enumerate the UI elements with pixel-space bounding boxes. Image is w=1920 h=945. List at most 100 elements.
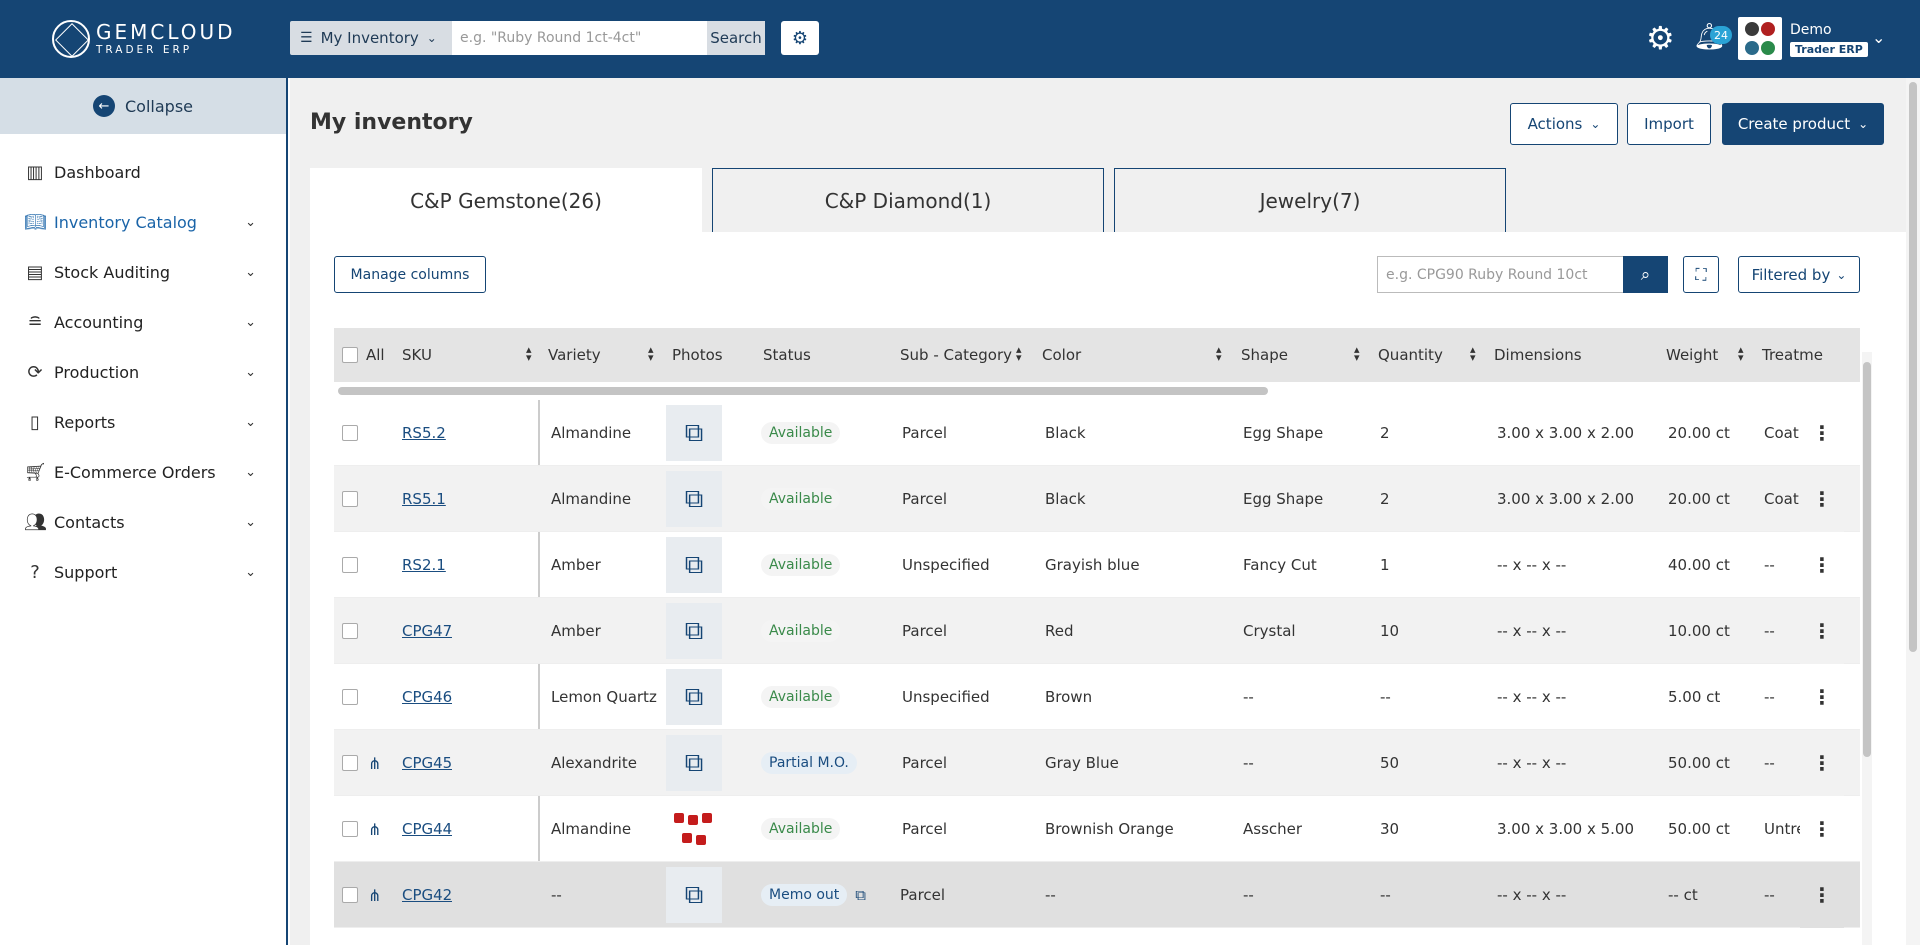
add-photo-icon[interactable]: ⧉ [666,471,722,527]
treatment-cell: Untre [1764,820,1800,838]
row-menu-icon[interactable]: ⋮ [1800,862,1844,928]
row-checkbox[interactable] [342,400,358,466]
column-weight[interactable]: Weight [1666,328,1718,382]
sku-link[interactable]: CPG42 [402,886,452,904]
sku-link[interactable]: CPG44 [402,820,452,838]
sidebar-item-production[interactable]: ⟳ Production ⌄ [0,347,286,397]
sidebar-item-ecommerce-orders[interactable]: 🛒︎ E-Commerce Orders ⌄ [0,447,286,497]
tab-cp-diamond[interactable]: C&P Diamond(1) [712,168,1104,232]
sort-icon[interactable]: ▴ ▾ [1470,344,1476,363]
add-photo-icon[interactable]: ⧉ [666,867,722,923]
row-checkbox[interactable] [342,730,358,796]
sort-icon[interactable]: ▴ ▾ [1216,344,1222,363]
actions-button[interactable]: Actions ⌄ [1510,103,1618,145]
column-shape[interactable]: Shape [1241,328,1288,382]
sort-icon[interactable]: ▴ ▾ [1738,344,1744,363]
search-settings-icon[interactable]: ⚙ [781,21,819,55]
row-menu-icon[interactable]: ⋮ [1800,532,1844,598]
row-menu-icon[interactable]: ⋮ [1800,730,1844,796]
add-photo-icon[interactable]: ⧉ [666,735,722,791]
table-vertical-scrollbar[interactable] [1862,352,1872,945]
sidebar-item-inventory-catalog[interactable]: 📖︎ Inventory Catalog ⌄ [0,197,286,247]
row-checkbox[interactable] [342,466,358,532]
treatment-cell: -- [1764,556,1775,574]
collapse-button[interactable]: ← Collapse [0,78,286,134]
sort-icon[interactable]: ▴ ▾ [526,344,532,363]
manage-columns-button[interactable]: Manage columns [334,256,486,293]
sku-link[interactable]: CPG45 [402,754,452,772]
settings-gear-icon[interactable]: ⚙ [1646,19,1675,57]
search-scope-dropdown[interactable]: ☰ My Inventory ⌄ [290,21,452,55]
product-photo[interactable] [666,801,722,857]
chevron-down-icon: ⌄ [1590,117,1601,131]
search-scope-label: My Inventory [320,29,419,47]
row-menu-icon[interactable]: ⋮ [1800,796,1844,862]
column-variety[interactable]: Variety [548,328,601,382]
row-menu-icon[interactable]: ⋮ [1800,466,1844,532]
global-search-input[interactable] [452,21,707,55]
sidebar-item-support[interactable]: ? Support ⌄ [0,547,286,597]
create-product-button[interactable]: Create product ⌄ [1722,103,1884,145]
logo[interactable]: GEMCLOUD TRADER ERP [52,18,242,60]
sku-link[interactable]: RS2.1 [402,556,446,574]
user-menu-chevron-icon[interactable]: ⌄ [1872,28,1885,47]
weight-cell: 50.00 ct [1668,754,1730,772]
row-menu-icon[interactable]: ⋮ [1800,400,1844,466]
column-sku[interactable]: SKU [402,328,432,382]
user-name[interactable]: Demo [1790,22,1832,38]
sidebar-item-reports[interactable]: ▯ Reports ⌄ [0,397,286,447]
row-menu-icon[interactable]: ⋮ [1800,664,1844,730]
sort-icon[interactable]: ▴ ▾ [1354,344,1360,363]
sku-link[interactable]: CPG47 [402,622,452,640]
page-vertical-scrollbar[interactable] [1906,78,1920,945]
hierarchy-icon[interactable]: ⋔ [368,862,381,928]
sidebar-item-dashboard[interactable]: ▥ Dashboard [0,147,286,197]
help-icon: ? [30,561,40,583]
column-treatment[interactable]: Treatme [1762,328,1823,382]
add-photo-icon[interactable]: ⧉ [666,405,722,461]
tab-cp-gemstone[interactable]: C&P Gemstone(26) [310,168,702,232]
column-quantity[interactable]: Quantity [1378,328,1443,382]
scan-icon[interactable]: ⛶ [1683,256,1719,293]
table-row: ⋔ CPG44 Almandine Available Parcel Brown… [334,796,1860,862]
add-photo-icon[interactable]: ⧉ [666,603,722,659]
sku-link[interactable]: RS5.1 [402,490,446,508]
sort-icon[interactable]: ▴ ▾ [648,344,654,363]
row-checkbox[interactable] [342,598,358,664]
column-color[interactable]: Color [1042,328,1081,382]
table-search-input[interactable] [1377,256,1623,293]
sort-icon[interactable]: ▴ ▾ [1016,344,1022,363]
add-photo-icon[interactable]: ⧉ [666,669,722,725]
sidebar-item-stock-auditing[interactable]: ▤ Stock Auditing ⌄ [0,247,286,297]
column-subcategory[interactable]: Sub - Category [900,328,1012,382]
row-checkbox[interactable] [342,664,358,730]
horizontal-scrollbar[interactable] [334,382,1860,400]
hierarchy-icon[interactable]: ⋔ [368,796,381,862]
sku-link[interactable]: RS5.2 [402,424,446,442]
weight-cell: 10.00 ct [1668,622,1730,640]
sku-link[interactable]: CPG46 [402,688,452,706]
global-search-button[interactable]: Search [707,21,765,55]
shape-cell: Crystal [1243,622,1296,640]
select-all-checkbox[interactable] [342,328,358,382]
tab-jewelry[interactable]: Jewelry(7) [1114,168,1506,232]
sidebar-item-accounting[interactable]: ≘ Accounting ⌄ [0,297,286,347]
row-checkbox[interactable] [342,796,358,862]
sidebar-item-contacts[interactable]: 👥︎ Contacts ⌄ [0,497,286,547]
table-row: RS2.1 Amber ⧉ Available Unspecified Gray… [334,532,1860,598]
row-checkbox[interactable] [342,532,358,598]
logo-gem-icon [52,20,90,58]
import-button[interactable]: Import [1627,103,1711,145]
avatar[interactable] [1738,17,1782,60]
sidebar-item-label: Support [54,562,118,582]
search-icon[interactable]: ⌕ [1623,256,1668,293]
add-photo-icon[interactable]: ⧉ [666,537,722,593]
product-tabs: C&P Gemstone(26) C&P Diamond(1) Jewelry(… [310,168,1506,232]
filtered-by-button[interactable]: Filtered by ⌄ [1738,256,1860,293]
status-badge: Available [761,488,841,510]
external-link-icon[interactable]: ⧉ [855,886,866,904]
hierarchy-icon[interactable]: ⋔ [368,730,381,796]
main-content: My inventory Actions ⌄ Import Create pro… [290,78,1920,945]
row-menu-icon[interactable]: ⋮ [1800,598,1844,664]
row-checkbox[interactable] [342,862,358,928]
